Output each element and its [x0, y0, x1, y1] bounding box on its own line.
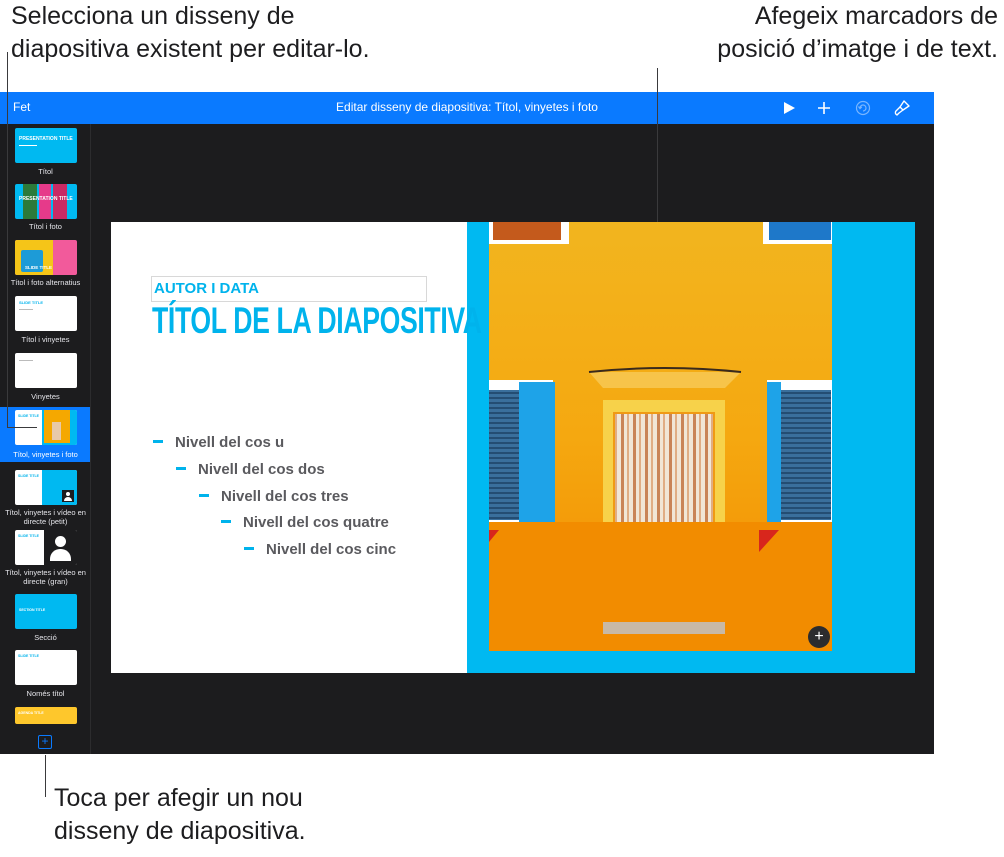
layout-item-title[interactable]: PRESENTATION TITLE Títol: [0, 126, 90, 178]
thumb-text: AGENDA TITLE: [18, 711, 44, 715]
callout-line: Afegeix marcadors de: [754, 2, 998, 30]
layout-thumbnail: SLIDE TITLE: [15, 240, 77, 275]
author-placeholder[interactable]: AUTOR I DATA: [154, 280, 259, 297]
layout-label: Títol: [38, 167, 53, 176]
thumb-text: SLIDE TITLE: [18, 474, 39, 478]
callout-add-layout: Toca per afegir un nou disseny de diapos…: [54, 782, 306, 848]
thumb-photo: [52, 422, 61, 440]
thumb-text: PRESENTATION TITLE: [19, 196, 73, 202]
layout-thumbnail: SLIDE TITLE: [15, 530, 77, 565]
layout-label: Títol, vinyetes i vídeo en directe (peti…: [5, 508, 86, 526]
layout-thumbnail: SLIDE TITLE: [15, 470, 77, 505]
leader-line: [7, 427, 37, 428]
bullet-text: Nivell del cos dos: [198, 461, 325, 478]
thumb-text: SECTION TITLE: [19, 608, 46, 612]
layout-item-agenda[interactable]: AGENDA TITLE: [0, 704, 90, 724]
keynote-screen: Fet Editar disseny de diapositiva: Títol…: [0, 92, 934, 754]
layout-item-title-only[interactable]: SLIDE TITLE Només títol: [0, 648, 90, 700]
thumb-text: SLIDE TITLE: [18, 534, 39, 538]
bullet-dash-icon: [153, 439, 163, 443]
layout-item-bullets[interactable]: Vinyetes: [0, 351, 90, 403]
person-icon: [44, 530, 77, 565]
add-layout-button[interactable]: +: [38, 735, 52, 749]
thumb-line: [19, 309, 33, 310]
thumb-text: SLIDE TITLE: [19, 300, 43, 305]
layout-label: Títol, vinyetes i foto: [13, 450, 78, 459]
bullet-level-5[interactable]: Nivell del cos cinc: [244, 541, 396, 558]
callout-line: posició d’imatge i de text.: [717, 35, 998, 63]
leader-line: [657, 68, 658, 222]
layout-item-title-bullets[interactable]: SLIDE TITLE Títol i vinyetes: [0, 294, 90, 346]
layout-thumbnail: [15, 353, 77, 388]
callout-line: Toca per afegir un nou: [54, 784, 303, 812]
slide-title-placeholder[interactable]: TÍTOL DE LA DIAPOSITIVA: [152, 300, 482, 342]
layout-thumbnail: SLIDE TITLE: [15, 650, 77, 685]
thumb-text: SLIDE TITLE: [18, 654, 39, 658]
layout-label: Títol i vinyetes: [21, 335, 70, 344]
callout-line: disseny de diapositiva.: [54, 817, 306, 845]
bullet-text: Nivell del cos quatre: [243, 514, 389, 531]
thumb-text: PRESENTATION TITLE: [19, 136, 73, 142]
person-icon: [62, 490, 74, 502]
layout-thumbnail: PRESENTATION TITLE: [15, 128, 77, 163]
bullet-level-4[interactable]: Nivell del cos quatre: [221, 514, 389, 531]
bullet-dash-icon: [199, 493, 209, 497]
leader-line: [7, 52, 8, 428]
layout-thumbnail: SLIDE TITLE: [15, 296, 77, 331]
layout-item-title-photo[interactable]: PRESENTATION TITLE Títol i foto: [0, 182, 90, 234]
callout-add-placeholders: Afegeix marcadors de posició d’imatge i …: [717, 0, 998, 66]
layout-sidebar: PRESENTATION TITLE Títol PRESENTATION TI…: [0, 124, 91, 754]
layout-label: Títol i foto: [29, 222, 62, 231]
layout-item-title-bullets-live-video-large[interactable]: SLIDE TITLE Títol, vinyetes i vídeo en d…: [0, 527, 90, 587]
callout-select-layout: Selecciona un disseny de diapositiva exi…: [11, 0, 370, 66]
thumb-line: [19, 360, 33, 361]
layout-item-title-bullets-photo[interactable]: SLIDE TITLE Títol, vinyetes i foto: [0, 407, 90, 462]
layout-item-section[interactable]: SECTION TITLE Secció: [0, 592, 90, 644]
bullet-text: Nivell del cos tres: [221, 488, 349, 505]
layout-label: Secció: [34, 633, 57, 642]
bullet-text: Nivell del cos u: [175, 434, 285, 451]
paintbrush-icon[interactable]: [891, 97, 913, 119]
thumb-line: [19, 145, 37, 146]
layout-thumbnail: AGENDA TITLE: [15, 707, 77, 724]
layout-thumbnail: PRESENTATION TITLE: [15, 184, 77, 219]
layout-item-title-photo-alt[interactable]: SLIDE TITLE Títol i foto alternatius: [0, 238, 90, 290]
bullet-level-3[interactable]: Nivell del cos tres: [199, 488, 349, 505]
callout-line: diapositiva existent per editar-lo.: [11, 35, 370, 63]
undo-icon[interactable]: [852, 97, 874, 119]
bullet-dash-icon: [176, 466, 186, 470]
bullet-dash-icon: [244, 546, 254, 550]
add-media-button[interactable]: +: [808, 626, 830, 648]
photo-artwork: [489, 222, 832, 651]
leader-line: [45, 755, 46, 797]
layout-label: Només títol: [26, 689, 65, 698]
callout-line: Selecciona un disseny de: [11, 2, 295, 30]
thumb-text: SLIDE TITLE: [25, 265, 52, 270]
slide-canvas[interactable]: AUTOR I DATA TÍTOL DE LA DIAPOSITIVA Niv…: [111, 222, 915, 673]
play-icon[interactable]: [778, 97, 800, 119]
bullet-level-1[interactable]: Nivell del cos u: [153, 434, 284, 451]
bullet-text: Nivell del cos cinc: [266, 541, 397, 558]
layout-item-title-bullets-live-video-small[interactable]: SLIDE TITLE Títol, vinyetes i vídeo en d…: [0, 467, 90, 527]
layout-label: Vinyetes: [31, 392, 60, 401]
layout-label: Títol i foto alternatius: [10, 278, 81, 287]
layout-label: Títol, vinyetes i vídeo en directe (gran…: [5, 568, 86, 586]
thumb-text: SLIDE TITLE: [18, 414, 39, 418]
toolbar: Fet Editar disseny de diapositiva: Títol…: [0, 92, 934, 124]
image-placeholder[interactable]: [489, 222, 832, 651]
bullet-dash-icon: [221, 519, 231, 523]
plus-icon[interactable]: [813, 97, 835, 119]
layout-thumbnail: SECTION TITLE: [15, 594, 77, 629]
bullet-level-2[interactable]: Nivell del cos dos: [176, 461, 325, 478]
